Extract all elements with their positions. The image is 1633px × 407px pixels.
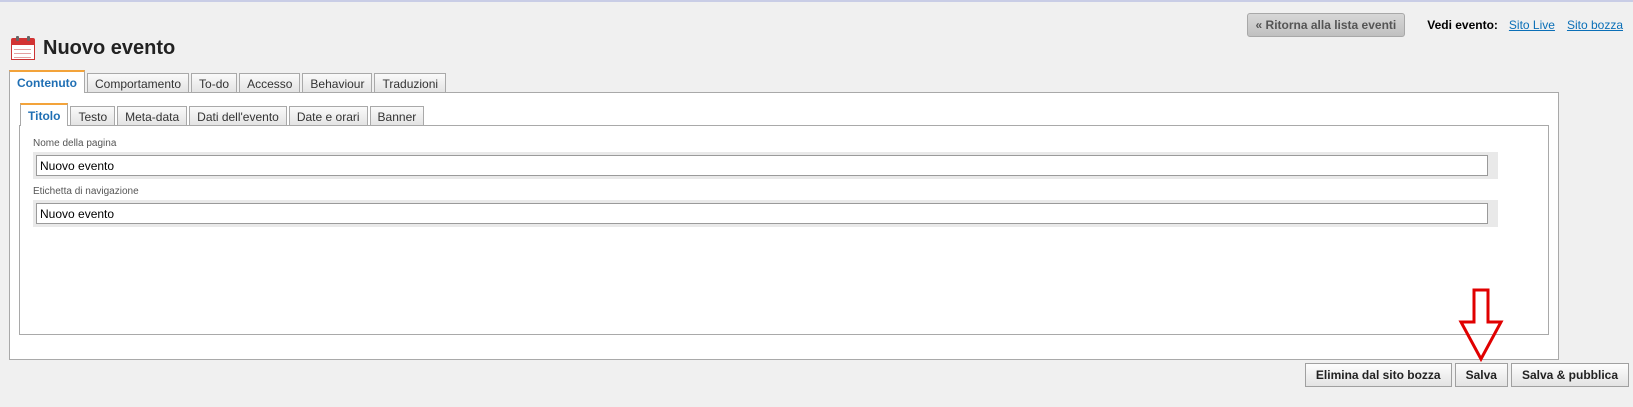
page-name-label: Nome della pagina [33,138,117,149]
tab-comportamento[interactable]: Comportamento [86,73,190,93]
page-title-text: Nuovo evento [43,36,176,59]
save-button[interactable]: Salva [1454,363,1508,387]
red-down-arrow-annotation [1458,288,1504,362]
tab-traduzioni[interactable]: Traduzioni [374,73,447,93]
nav-label-label: Etichetta di navigazione [33,186,139,197]
live-site-link[interactable]: Sito Live [1509,18,1555,32]
tab-date-orari[interactable]: Date e orari [288,106,368,126]
delete-from-draft-button[interactable]: Elimina dal sito bozza [1304,363,1452,387]
back-to-events-button[interactable]: « Ritorna alla lista eventi [1246,13,1406,37]
save-publish-button[interactable]: Salva & pubblica [1510,363,1629,387]
title-panel: Nome della pagina Etichetta di navigazio… [19,125,1549,335]
tab-titolo[interactable]: Titolo [20,103,69,126]
content-panel: Titolo Testo Meta-data Dati dell'evento … [9,92,1559,360]
action-buttons: Elimina dal sito bozza Salva Salva & pub… [1302,363,1629,387]
nav-label-input[interactable] [36,203,1488,224]
tab-to-do[interactable]: To-do [191,73,238,93]
tab-testo[interactable]: Testo [70,106,116,126]
tab-behaviour[interactable]: Behaviour [302,73,373,93]
page-name-input[interactable] [36,155,1488,176]
tab-dati-evento[interactable]: Dati dell'evento [189,106,287,126]
page-title: Nuovo evento [11,36,175,60]
view-event-label: Vedi evento: [1427,18,1498,32]
nav-label-group: Etichetta di navigazione [33,186,1498,227]
content-subtabs: Titolo Testo Meta-data Dati dell'evento … [20,103,426,126]
main-tabs: Contenuto Comportamento To-do Accesso Be… [9,70,448,93]
tab-contenuto[interactable]: Contenuto [9,70,85,93]
tab-meta-data[interactable]: Meta-data [117,106,188,126]
tab-banner[interactable]: Banner [369,106,425,126]
calendar-icon [11,36,35,60]
tab-accesso[interactable]: Accesso [239,73,301,93]
draft-site-link[interactable]: Sito bozza [1567,18,1623,32]
page-name-group: Nome della pagina [33,138,1498,179]
header-actions: « Ritorna alla lista eventi Vedi evento:… [1246,13,1623,37]
